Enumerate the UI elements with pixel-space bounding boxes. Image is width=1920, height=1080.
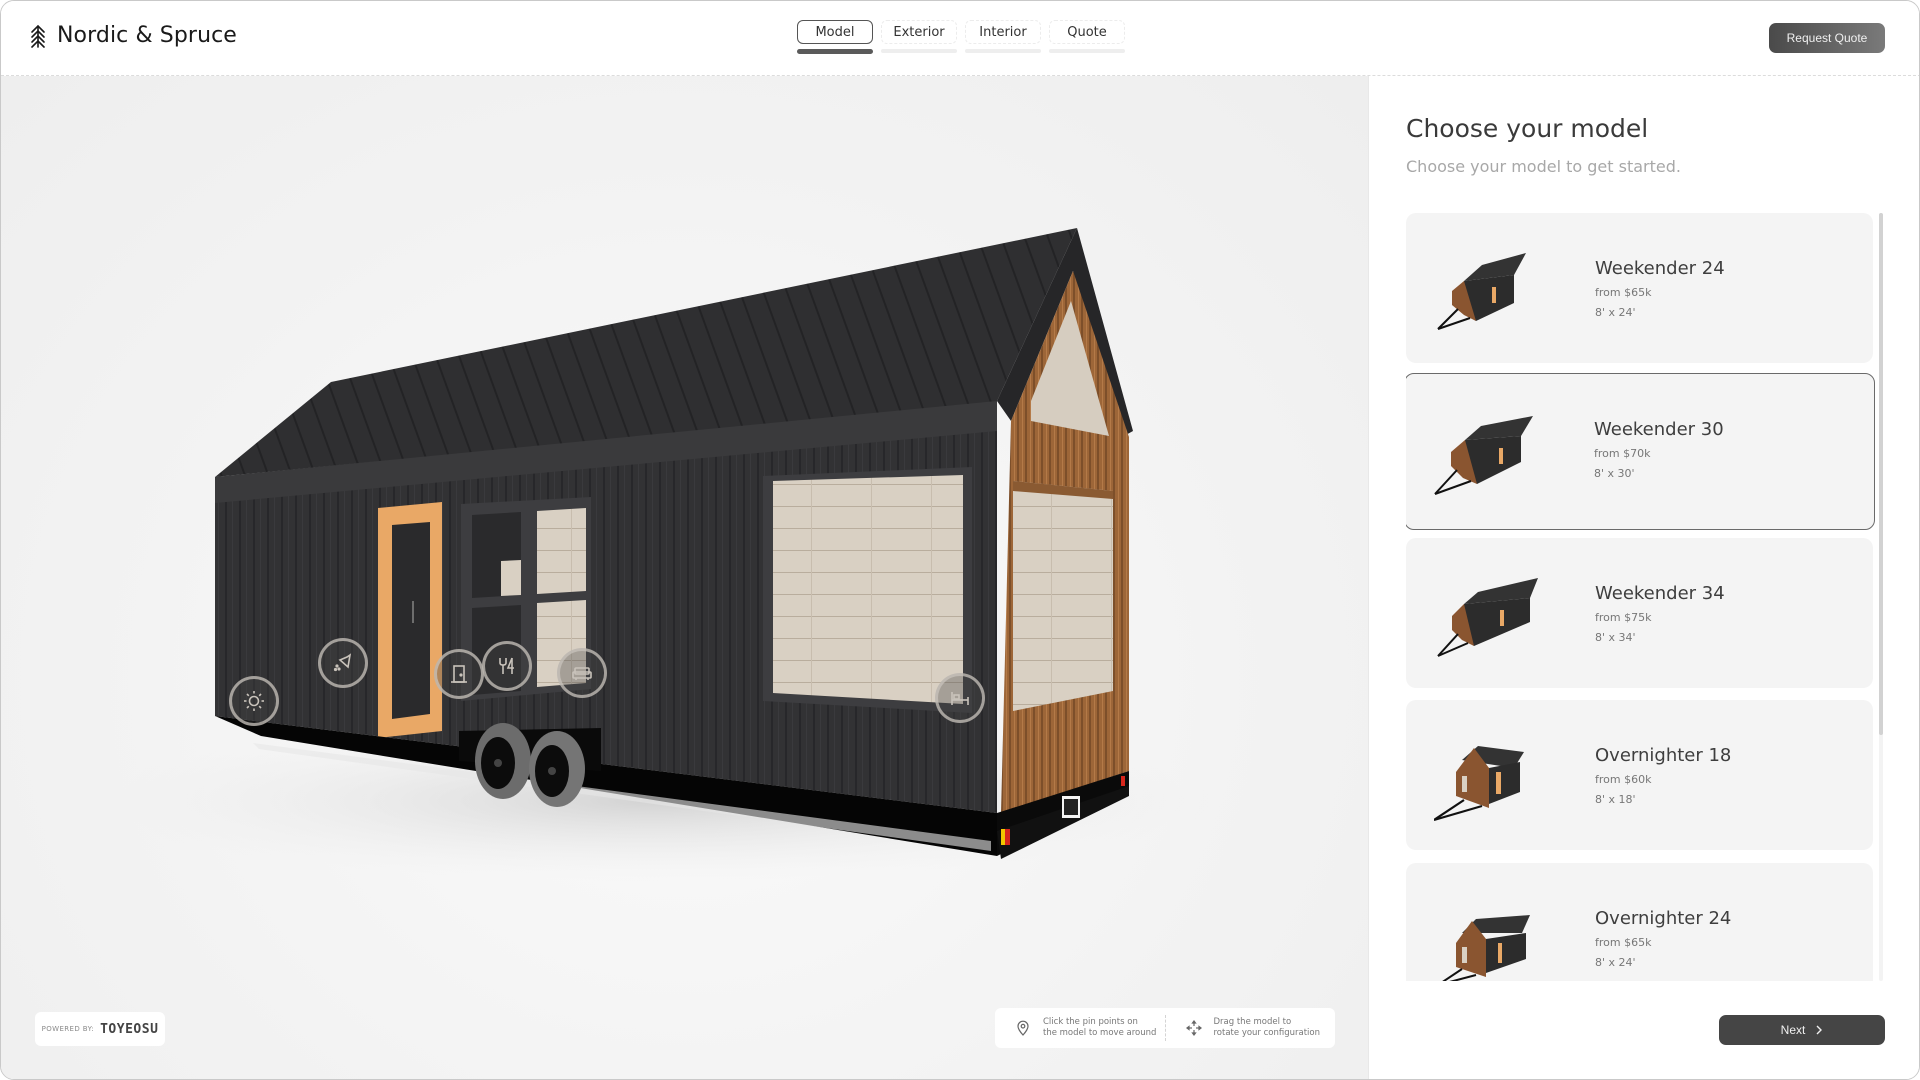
model-thumbnail <box>1442 915 1530 981</box>
brand-logo[interactable]: Nordic & Spruce <box>29 23 237 48</box>
model-size: 8' x 24' <box>1595 306 1636 319</box>
map-pin-icon <box>1017 1020 1029 1036</box>
model-thumbnail <box>1437 578 1538 657</box>
step-tabs: Model Exterior Interior Quote <box>797 20 1125 54</box>
bed-icon <box>951 692 969 705</box>
brand-name: Nordic & Spruce <box>57 23 237 48</box>
pin-living[interactable] <box>557 648 607 698</box>
pin-bathroom[interactable] <box>318 638 368 688</box>
hint-drag: Drag the model to rotate your configurat… <box>1166 1017 1336 1039</box>
model-size: 8' x 34' <box>1595 631 1636 644</box>
model-price: from $75k <box>1595 611 1652 624</box>
tab-model-label: Model <box>797 20 873 44</box>
model-thumbnail <box>1437 253 1526 330</box>
model-card-overnighter-18[interactable]: Overnighter 18 from $60k 8' x 18' <box>1406 700 1873 850</box>
powered-by-logo: TOYEOSU <box>100 1021 159 1037</box>
tab-quote-label: Quote <box>1049 20 1125 44</box>
app-window: Nordic & Spruce Model Exterior Interior … <box>0 0 1920 1080</box>
model-viewer[interactable]: POWERED BY: TOYEOSU Click the pin points… <box>1 76 1368 1080</box>
pin-bedroom[interactable] <box>935 673 985 723</box>
hint-drag-line2: rotate your configuration <box>1213 1028 1321 1038</box>
spruce-tree-icon <box>31 24 45 48</box>
hint-pins: Click the pin points on the model to mov… <box>995 1017 1165 1039</box>
model-name: Overnighter 18 <box>1595 745 1732 766</box>
model-list-scrollbar[interactable] <box>1879 213 1883 981</box>
shower-icon <box>333 653 352 672</box>
pin-lighting[interactable] <box>229 676 279 726</box>
sofa-icon <box>572 667 592 680</box>
model-card-weekender-24[interactable]: Weekender 24 from $65k 8' x 24' <box>1406 213 1873 363</box>
hint-pins-line2: the model to move around <box>1043 1028 1157 1038</box>
tab-quote[interactable]: Quote <box>1049 20 1125 54</box>
sun-icon <box>244 691 264 711</box>
model-name: Weekender 34 <box>1595 583 1725 604</box>
model-list[interactable]: Weekender 24 from $65k 8' x 24' Weekende… <box>1406 213 1881 981</box>
hint-pins-line1: Click the pin points on <box>1043 1017 1138 1027</box>
model-price: from $60k <box>1595 773 1652 786</box>
model-name: Weekender 24 <box>1595 258 1725 279</box>
next-label: Next <box>1780 1023 1806 1037</box>
powered-by-label: POWERED BY: <box>41 1025 95 1033</box>
pin-entry-door[interactable] <box>434 649 484 699</box>
fork-knife-icon <box>499 657 514 674</box>
model-name: Overnighter 24 <box>1595 908 1732 929</box>
tab-exterior-progress <box>881 49 957 53</box>
model-price: from $65k <box>1595 286 1652 299</box>
model-selection-panel: Choose your model Choose your model to g… <box>1368 76 1919 1079</box>
tab-model-progress <box>797 49 873 54</box>
door-icon <box>451 665 467 683</box>
hint-drag-line1: Drag the model to <box>1213 1017 1292 1027</box>
tab-quote-progress <box>1049 49 1125 53</box>
tab-model[interactable]: Model <box>797 20 873 54</box>
next-button[interactable]: Next <box>1719 1015 1885 1045</box>
model-card-weekender-34[interactable]: Weekender 34 from $75k 8' x 34' <box>1406 538 1873 688</box>
model-size: 8' x 18' <box>1595 793 1636 806</box>
model-name: Weekender 30 <box>1594 419 1724 440</box>
tab-exterior-label: Exterior <box>881 20 957 44</box>
panel-title: Choose your model <box>1406 114 1649 143</box>
model-thumbnail <box>1434 416 1533 495</box>
model-price: from $70k <box>1594 447 1651 460</box>
tab-interior[interactable]: Interior <box>965 20 1041 54</box>
model-price: from $65k <box>1595 936 1652 949</box>
pin-kitchen[interactable] <box>482 641 532 691</box>
viewer-hints: Click the pin points on the model to mov… <box>995 1008 1335 1048</box>
model-card-weekender-30[interactable]: Weekender 30 from $70k 8' x 30' <box>1406 373 1875 530</box>
chevron-right-icon <box>1816 1025 1823 1035</box>
model-card-overnighter-24[interactable]: Overnighter 24 from $65k 8' x 24' <box>1406 863 1873 981</box>
top-header: Nordic & Spruce Model Exterior Interior … <box>1 1 1919 76</box>
tab-interior-progress <box>965 49 1041 53</box>
front-window <box>1013 481 1113 711</box>
tab-interior-label: Interior <box>965 20 1041 44</box>
request-quote-button[interactable]: Request Quote <box>1769 23 1885 53</box>
model-size: 8' x 24' <box>1595 956 1636 969</box>
move-arrows-icon <box>1185 1020 1202 1036</box>
model-size: 8' x 30' <box>1594 467 1635 480</box>
powered-by-badge[interactable]: POWERED BY: TOYEOSU <box>35 1012 165 1046</box>
scrollbar-thumb[interactable] <box>1879 213 1883 735</box>
model-thumbnail <box>1434 746 1524 822</box>
tab-exterior[interactable]: Exterior <box>881 20 957 54</box>
tiny-house-model[interactable] <box>1 76 1368 1080</box>
panel-subtitle: Choose your model to get started. <box>1406 157 1681 176</box>
